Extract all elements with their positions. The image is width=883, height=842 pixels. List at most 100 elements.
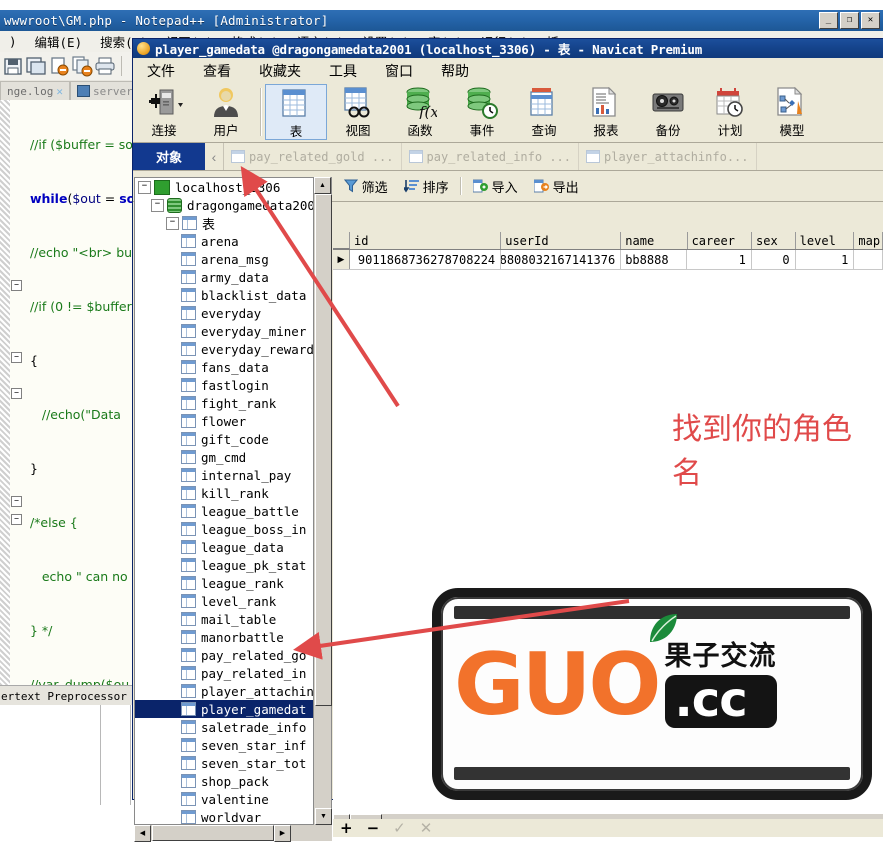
tab-pay-related-info[interactable]: pay_related_info ... (402, 143, 580, 170)
tab-objects[interactable]: 对象 (133, 143, 205, 170)
toolbar-model[interactable]: 模型 (761, 84, 823, 143)
scroll-thumb[interactable] (315, 194, 332, 706)
add-record-button[interactable]: + (333, 819, 360, 837)
save-all-icon[interactable] (25, 55, 47, 77)
tree-vertical-scrollbar[interactable]: ▲ ▼ (313, 177, 331, 825)
scroll-down-button[interactable]: ▼ (315, 808, 332, 825)
action-export[interactable]: 导出 (526, 177, 587, 196)
fold-toggle-icon[interactable]: − (11, 352, 22, 363)
tree-table-item[interactable]: mail_table (135, 610, 331, 628)
tab-player-attachinfo[interactable]: player_attachinfo... (579, 143, 757, 170)
scroll-thumb[interactable] (152, 825, 274, 841)
tree-table-item[interactable]: fans_data (135, 358, 331, 376)
tree-table-item[interactable]: league_data (135, 538, 331, 556)
column-header-userid[interactable]: userId (501, 232, 621, 249)
toolbar-event[interactable]: 事件 (451, 84, 513, 143)
tree-node-tables-folder[interactable]: − 表 (135, 214, 331, 232)
tab-changelog[interactable]: nge.log ✕ (0, 81, 70, 100)
cell-sex[interactable]: 0 (752, 250, 796, 269)
maximize-button[interactable]: ❐ (840, 12, 859, 29)
tree-table-item[interactable]: gm_cmd (135, 448, 331, 466)
print-icon[interactable] (94, 55, 116, 77)
tree-table-item[interactable]: kill_rank (135, 484, 331, 502)
close-all-icon[interactable] (71, 55, 93, 77)
column-header-career[interactable]: career (688, 232, 752, 249)
tree-table-item[interactable]: arena_msg (135, 250, 331, 268)
expander-icon[interactable]: − (138, 181, 151, 194)
tree-horizontal-scrollbar[interactable]: ◀ ▶ (134, 825, 332, 841)
tree-table-list[interactable]: arenaarena_msgarmy_datablacklist_dataeve… (135, 232, 331, 825)
cell-name[interactable]: bb8888 (621, 250, 687, 269)
column-header-sex[interactable]: sex (752, 232, 796, 249)
cell-map[interactable] (854, 250, 883, 269)
action-sort[interactable]: 排序 (396, 177, 457, 196)
tree-table-item[interactable]: fastlogin (135, 376, 331, 394)
fold-toggle-icon[interactable]: − (11, 280, 22, 291)
tree-table-item[interactable]: everyday (135, 304, 331, 322)
column-header-map[interactable]: map (854, 232, 883, 249)
cell-level[interactable]: 1 (796, 250, 855, 269)
tree-table-item[interactable]: seven_star_inf (135, 736, 331, 754)
menu-tools[interactable]: 工具 (315, 61, 371, 81)
expander-icon[interactable]: − (151, 199, 164, 212)
scroll-left-button[interactable]: ◀ (134, 825, 151, 842)
menu-item-edit[interactable]: 编辑(E) (26, 32, 92, 51)
menu-item-paren[interactable]: ) (0, 34, 26, 49)
toolbar-query[interactable]: 查询 (513, 84, 575, 143)
fold-toggle-icon[interactable]: − (11, 514, 22, 525)
tree-table-item[interactable]: army_data (135, 268, 331, 286)
apply-change-button[interactable]: ✓ (386, 819, 413, 837)
tree-table-item[interactable]: gift_code (135, 430, 331, 448)
column-header-id[interactable]: id (350, 232, 501, 249)
tab-close-icon[interactable]: ✕ (56, 85, 63, 98)
menu-window[interactable]: 窗口 (371, 61, 427, 81)
tree-table-item[interactable]: league_rank (135, 574, 331, 592)
close-document-icon[interactable] (48, 55, 70, 77)
menu-help[interactable]: 帮助 (427, 61, 483, 81)
expander-icon[interactable]: − (166, 217, 179, 230)
save-icon[interactable] (2, 55, 24, 77)
fold-toggle-icon[interactable]: − (11, 496, 22, 507)
tree-table-item[interactable]: pay_related_go (135, 646, 331, 664)
menu-view[interactable]: 查看 (189, 61, 245, 81)
tree-table-item[interactable]: worldvar (135, 808, 331, 825)
tree-table-item[interactable]: blacklist_data (135, 286, 331, 304)
tree-table-item[interactable]: valentine (135, 790, 331, 808)
toolbar-schedule[interactable]: 计划 (699, 84, 761, 143)
close-button[interactable]: ✕ (861, 12, 880, 29)
toolbar-function[interactable]: f(x) 函数 (389, 84, 451, 143)
fold-toggle-icon[interactable]: − (11, 388, 22, 399)
tree-table-item[interactable]: manorbattle (135, 628, 331, 646)
minimize-button[interactable]: _ (819, 12, 838, 29)
toolbar-user[interactable]: 用户 (195, 84, 257, 143)
tree-table-item[interactable]: arena (135, 232, 331, 250)
delete-record-button[interactable]: − (360, 819, 387, 837)
action-import[interactable]: 导入 (465, 177, 526, 196)
scroll-right-button[interactable]: ▶ (274, 825, 291, 842)
toolbar-connection[interactable]: 连接 (133, 84, 195, 143)
cell-career[interactable]: 1 (687, 250, 751, 269)
object-tree-panel[interactable]: − localhost_3306 − dragongamedata2001 − … (134, 177, 332, 825)
toolbar-report[interactable]: 报表 (575, 84, 637, 143)
menu-favorites[interactable]: 收藏夹 (245, 61, 315, 81)
tree-table-item[interactable]: pay_related_in (135, 664, 331, 682)
toolbar-table[interactable]: 表 (265, 84, 327, 140)
tree-table-item[interactable]: everyday_miner (135, 322, 331, 340)
tree-table-item[interactable]: league_boss_in (135, 520, 331, 538)
tree-table-item[interactable]: player_attachin (135, 682, 331, 700)
scroll-up-button[interactable]: ▲ (314, 177, 331, 194)
column-header-name[interactable]: name (621, 232, 687, 249)
tree-table-item[interactable]: league_battle (135, 502, 331, 520)
tree-table-item[interactable]: player_gamedat (135, 700, 331, 718)
tab-scroll-left-icon[interactable]: ‹ (205, 143, 224, 170)
menu-file[interactable]: 文件 (133, 61, 189, 81)
tree-table-item[interactable]: saletrade_info (135, 718, 331, 736)
toolbar-backup[interactable]: 备份 (637, 84, 699, 143)
tree-table-item[interactable]: seven_star_tot (135, 754, 331, 772)
tree-node-connection[interactable]: − localhost_3306 (135, 178, 331, 196)
cell-userid[interactable]: 8808032167141376 (501, 250, 621, 269)
tree-node-database[interactable]: − dragongamedata2001 (135, 196, 331, 214)
column-header-level[interactable]: level (796, 232, 855, 249)
tree-table-item[interactable]: shop_pack (135, 772, 331, 790)
tree-table-item[interactable]: internal_pay (135, 466, 331, 484)
